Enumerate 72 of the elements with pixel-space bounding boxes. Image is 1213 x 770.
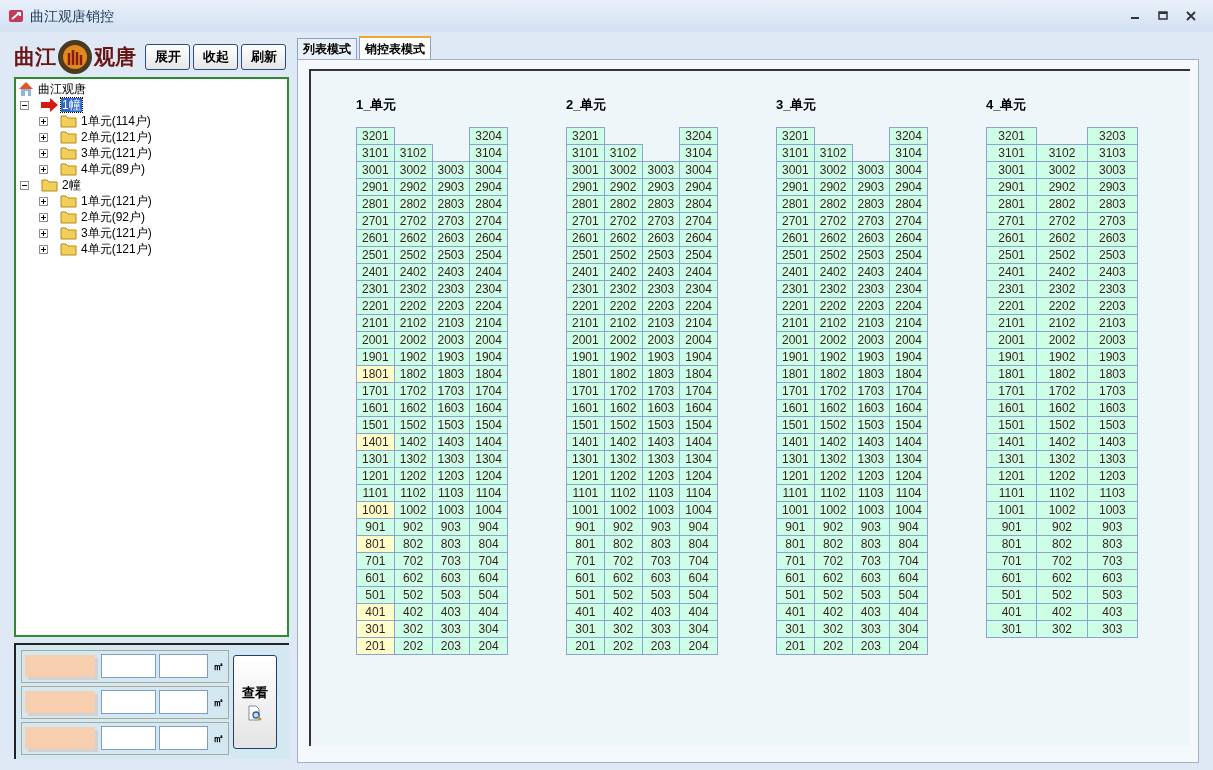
folder-icon bbox=[41, 178, 58, 192]
unit-title: 1_单元 bbox=[356, 98, 397, 112]
unit-label: ㎡ bbox=[213, 730, 224, 746]
expand-icon[interactable] bbox=[39, 228, 48, 238]
arrow-icon bbox=[41, 98, 58, 112]
tab[interactable]: 列表模式 bbox=[297, 38, 357, 59]
room-cell[interactable]: 3003 bbox=[432, 161, 470, 179]
min-input[interactable] bbox=[101, 690, 156, 714]
unit-label: ㎡ bbox=[213, 694, 224, 710]
app-icon bbox=[8, 8, 24, 24]
room-cell[interactable]: 3102 bbox=[814, 144, 852, 162]
tree-item[interactable]: 1单元(114户) bbox=[80, 114, 152, 128]
tree-item[interactable]: 1幢 bbox=[61, 98, 82, 112]
room-cell[interactable]: 3102 bbox=[604, 144, 642, 162]
tree-item[interactable]: 曲江观唐 bbox=[37, 82, 87, 96]
room-cell[interactable]: 3204 bbox=[469, 127, 508, 145]
tree-item[interactable]: 2单元(121户) bbox=[80, 130, 153, 144]
room-cell[interactable]: 3102 bbox=[394, 144, 432, 162]
max-input[interactable] bbox=[159, 726, 208, 750]
room-cell[interactable]: 3204 bbox=[889, 127, 928, 145]
tree-item[interactable]: 4单元(89户) bbox=[80, 162, 146, 176]
min-input[interactable] bbox=[101, 654, 156, 678]
min-input[interactable] bbox=[101, 726, 156, 750]
max-input[interactable] bbox=[159, 690, 208, 714]
room-cell[interactable]: 3204 bbox=[679, 127, 718, 145]
search-icon bbox=[247, 704, 263, 721]
expand-icon[interactable] bbox=[39, 132, 48, 142]
collapse-icon[interactable] bbox=[20, 100, 29, 110]
room-cell[interactable]: 3003 bbox=[852, 161, 890, 179]
maximize-icon[interactable] bbox=[1158, 11, 1168, 21]
close-icon[interactable] bbox=[1186, 11, 1196, 21]
tree-item[interactable]: 3单元(121户) bbox=[80, 146, 153, 160]
tree-item[interactable]: 2幢 bbox=[61, 178, 82, 192]
expand-icon[interactable] bbox=[39, 212, 48, 222]
unit-label: ㎡ bbox=[213, 658, 224, 674]
view-button[interactable]: 查看 bbox=[233, 655, 277, 749]
logo: 曲江 观唐 bbox=[14, 38, 138, 75]
folder-icon bbox=[60, 194, 77, 208]
folder-icon bbox=[60, 130, 77, 144]
house-icon bbox=[18, 81, 34, 97]
tree-item[interactable]: 2单元(92户) bbox=[80, 210, 146, 224]
folder-icon bbox=[60, 226, 77, 240]
room-cell[interactable]: 3201 bbox=[566, 127, 605, 145]
tab[interactable]: 销控表模式 bbox=[359, 36, 431, 59]
folder-icon bbox=[60, 162, 77, 176]
unit-title: 4_单元 bbox=[986, 98, 1027, 112]
expand-icon[interactable] bbox=[39, 116, 48, 126]
room-cell[interactable]: 3201 bbox=[356, 127, 395, 145]
collapse-icon[interactable] bbox=[20, 180, 29, 190]
room-cell[interactable]: 3102 bbox=[1036, 144, 1088, 162]
expand-icon[interactable] bbox=[39, 148, 48, 158]
expand-icon[interactable] bbox=[39, 196, 48, 206]
tree-item[interactable]: 1单元(121户) bbox=[80, 194, 153, 208]
expand-icon[interactable] bbox=[39, 164, 48, 174]
toolbar-button[interactable]: 收起 bbox=[193, 43, 238, 70]
room-cell[interactable]: 3203 bbox=[1087, 127, 1138, 145]
toolbar-button[interactable]: 刷新 bbox=[241, 43, 286, 70]
tree-item[interactable]: 3单元(121户) bbox=[80, 226, 153, 240]
expand-icon[interactable] bbox=[39, 244, 48, 254]
folder-icon bbox=[60, 146, 77, 160]
room-cell[interactable]: 3201 bbox=[986, 127, 1037, 145]
unit-title: 2_单元 bbox=[566, 98, 607, 112]
folder-icon bbox=[60, 242, 77, 256]
max-input[interactable] bbox=[159, 654, 208, 678]
folder-icon bbox=[60, 210, 77, 224]
folder-icon bbox=[60, 114, 77, 128]
toolbar-button[interactable]: 展开 bbox=[145, 43, 190, 70]
tree-item[interactable]: 4单元(121户) bbox=[80, 242, 153, 256]
room-cell[interactable]: 3003 bbox=[642, 161, 680, 179]
window-title: 曲江观唐销控 bbox=[30, 6, 114, 26]
room-cell[interactable]: 3201 bbox=[776, 127, 815, 145]
unit-title: 3_单元 bbox=[776, 98, 817, 112]
